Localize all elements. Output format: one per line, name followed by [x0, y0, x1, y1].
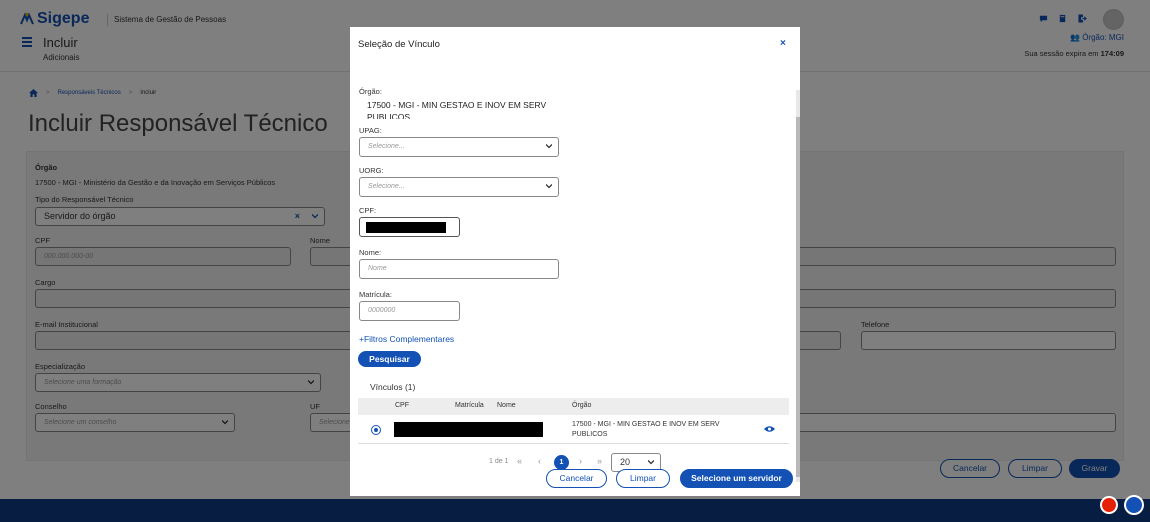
chatbot-icon[interactable]: [1124, 495, 1144, 515]
matricula-field[interactable]: 0000000: [359, 301, 460, 321]
modal-cpf-field[interactable]: [359, 217, 460, 237]
selecao-vinculo-modal: Seleção de Vínculo × Órgão: 17500 - MGI …: [350, 27, 800, 496]
uorg-label: UORG:: [359, 166, 384, 175]
uorg-placeholder: Selecione...: [368, 183, 405, 190]
chevron-down-icon: [546, 184, 552, 189]
modal-orgao-label: Órgão:: [359, 87, 382, 96]
vinculos-title: Vínculos (1): [370, 382, 416, 392]
redacted-cpf: [366, 222, 446, 233]
next-page-icon[interactable]: ›: [579, 456, 582, 466]
footer-bar: [0, 499, 1150, 522]
uorg-select[interactable]: Selecione...: [359, 177, 559, 197]
modal-orgao-value: 17500 - MGI - MIN GESTAO E INOV EM SERV …: [367, 100, 547, 119]
chevron-down-icon: [546, 144, 552, 149]
upag-placeholder: Selecione...: [368, 143, 405, 150]
last-page-icon[interactable]: »: [597, 456, 602, 466]
upag-select[interactable]: Selecione...: [359, 137, 559, 157]
modal-nome-field[interactable]: Nome: [359, 259, 559, 279]
first-page-icon[interactable]: «: [517, 456, 522, 466]
prev-page-icon[interactable]: ‹: [538, 456, 541, 466]
row-radio-selected[interactable]: [371, 425, 381, 435]
eye-icon[interactable]: [764, 425, 775, 433]
pager-info: 1 de 1: [489, 458, 509, 465]
pesquisar-button[interactable]: Pesquisar: [358, 351, 421, 367]
modal-cancel-button[interactable]: Cancelar: [546, 469, 607, 488]
chevron-down-icon: [648, 460, 654, 465]
modal-nome-label: Nome:: [359, 248, 382, 257]
th-nome: Nome: [497, 402, 516, 409]
redacted-row-data: [394, 422, 543, 437]
modal-clear-button[interactable]: Limpar: [616, 469, 670, 488]
vinculos-table-header: CPF Matrícula Nome Órgão: [358, 398, 789, 415]
close-icon[interactable]: ×: [780, 38, 786, 49]
modal-body[interactable]: Órgão: 17500 - MGI - MIN GESTAO E INOV E…: [350, 64, 800, 479]
page-size-value: 20: [620, 457, 631, 467]
record-icon[interactable]: [1100, 496, 1118, 514]
th-matricula: Matrícula: [455, 402, 484, 409]
modal-cpf-label: CPF:: [359, 206, 377, 215]
modal-scrollbar-thumb[interactable]: [796, 117, 800, 477]
table-row[interactable]: 17500 - MGI - MIN GESTAO E INOV EM SERV …: [358, 415, 789, 444]
upag-label: UPAG:: [359, 126, 382, 135]
page-1-button[interactable]: 1: [554, 455, 569, 470]
matricula-label: Matrícula:: [359, 290, 392, 299]
th-cpf: CPF: [395, 402, 409, 409]
th-orgao: Órgão: [572, 402, 592, 409]
filtros-complementares-link[interactable]: +Filtros Complementares: [359, 334, 454, 344]
modal-title: Seleção de Vínculo: [358, 39, 440, 50]
selecione-servidor-button[interactable]: Selecione um servidor: [680, 469, 793, 488]
row-orgao: 17500 - MGI - MIN GESTAO E INOV EM SERV …: [572, 421, 720, 438]
